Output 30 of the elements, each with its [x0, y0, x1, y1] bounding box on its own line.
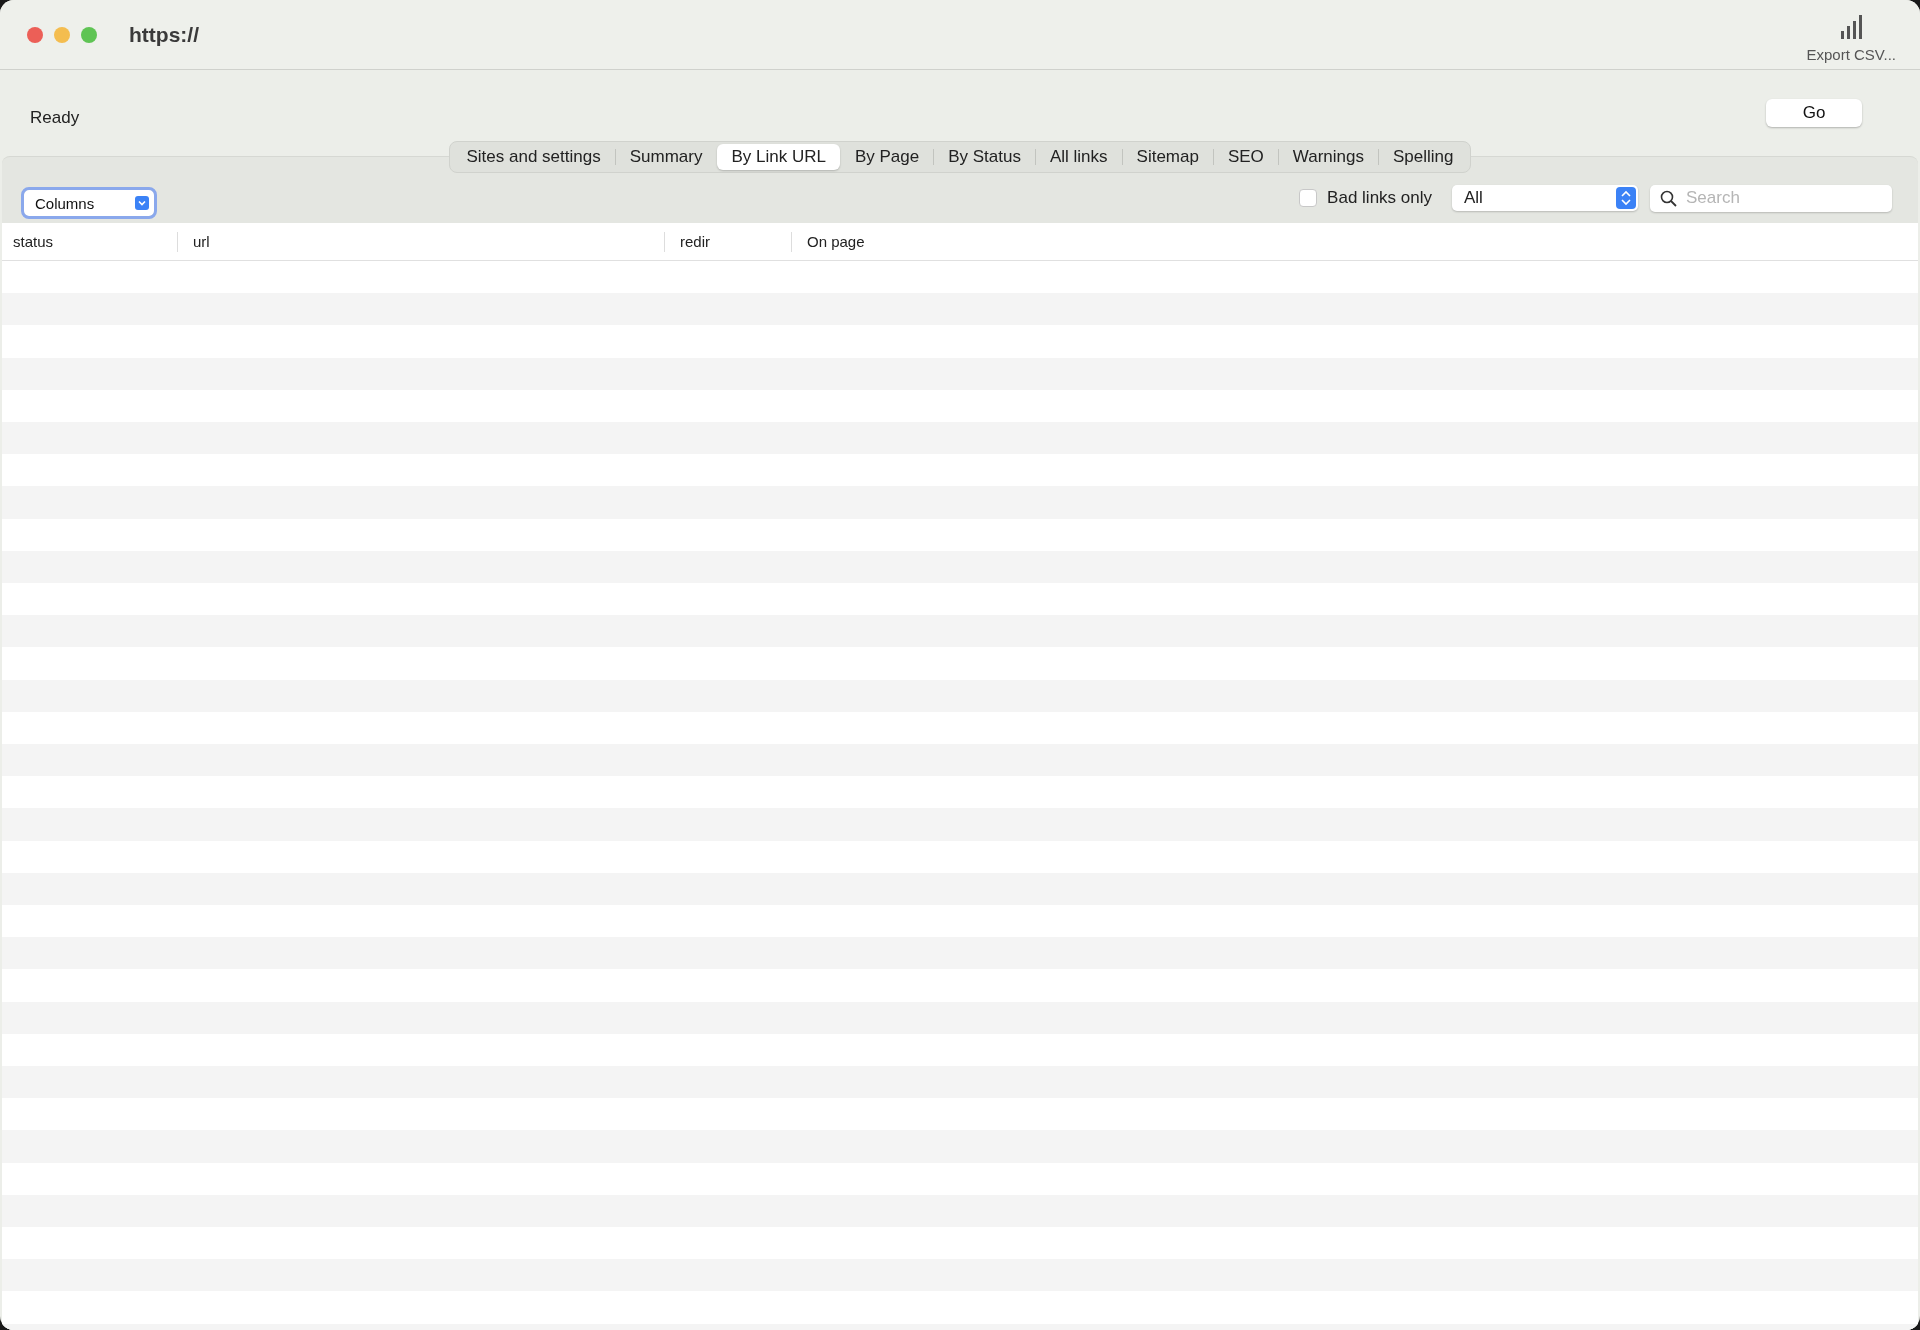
updown-icon [1616, 187, 1636, 209]
checkbox[interactable] [1299, 189, 1318, 207]
status-text: Ready [30, 108, 80, 128]
tab[interactable]: By Link URL [717, 144, 840, 170]
tab[interactable]: Spelling [1379, 144, 1468, 170]
tab[interactable]: All links [1035, 144, 1122, 170]
go-button[interactable]: Go [1766, 99, 1862, 127]
column-header[interactable]: redir [665, 231, 792, 252]
tab[interactable]: Warnings [1278, 144, 1378, 170]
columns-popup[interactable]: Columns [24, 190, 154, 216]
bar-chart-icon[interactable] [1840, 14, 1863, 39]
filter-select[interactable]: All [1452, 185, 1638, 211]
minimize-button[interactable] [54, 26, 70, 43]
checkbox-label[interactable]: Bad links only [1327, 188, 1432, 208]
column-header[interactable]: status [2, 231, 178, 252]
chevron-down-icon [135, 196, 149, 210]
tab[interactable]: SEO [1213, 144, 1278, 170]
tab[interactable]: Sites and settings [452, 144, 615, 170]
tab[interactable]: Sitemap [1122, 144, 1213, 170]
tab[interactable]: By Status [934, 144, 1035, 170]
tab[interactable]: Summary [615, 144, 717, 170]
search-icon [1660, 189, 1677, 207]
close-button[interactable] [27, 26, 43, 43]
column-header[interactable]: url [178, 231, 665, 252]
tab[interactable]: By Page [840, 144, 934, 170]
zoom-button[interactable] [81, 26, 97, 43]
window-title: https:// [129, 22, 199, 47]
search-field[interactable]: Search [1650, 184, 1892, 212]
export-csv-label[interactable]: Export CSV... [1806, 45, 1896, 63]
column-header[interactable]: On page [792, 231, 932, 252]
